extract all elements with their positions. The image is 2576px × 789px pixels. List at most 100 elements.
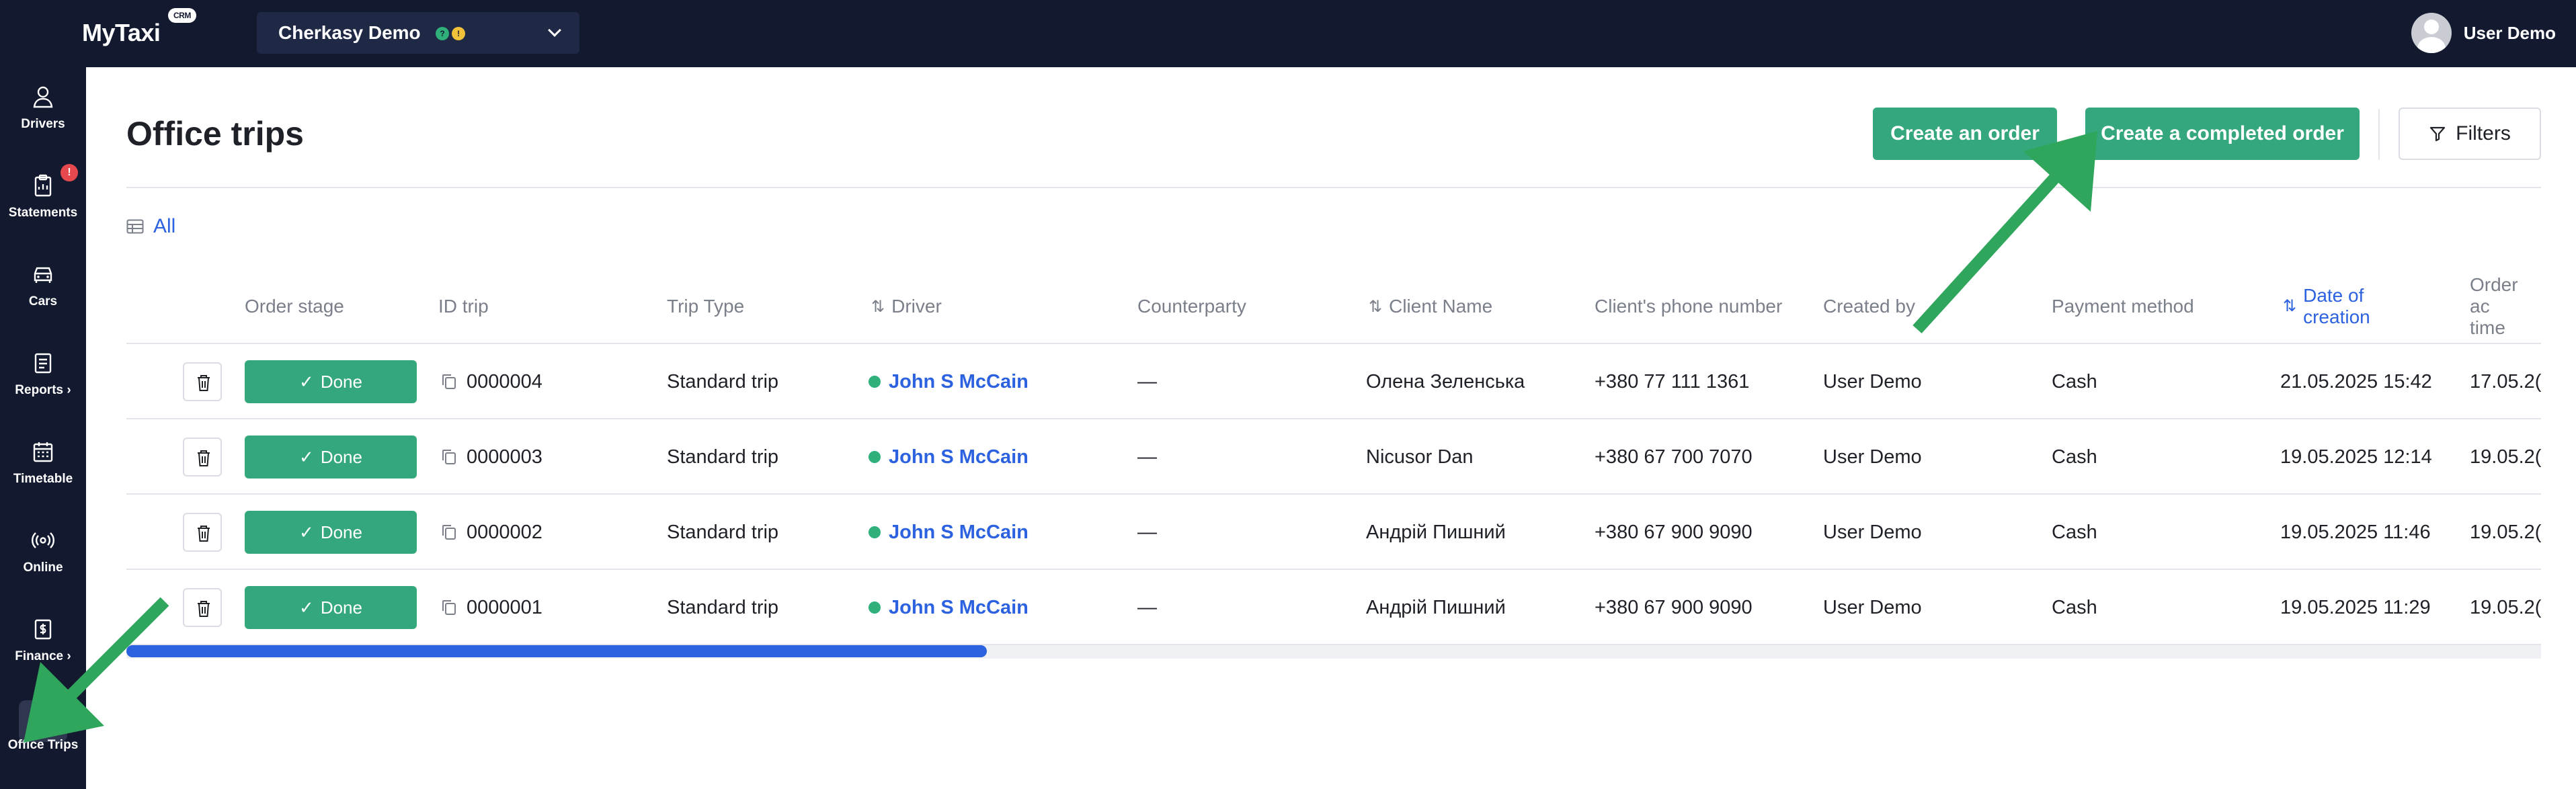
- counterparty-cell: —: [1137, 596, 1157, 618]
- driver-link[interactable]: John S McCain: [889, 446, 1029, 468]
- create-completed-order-button[interactable]: Create a completed order: [2085, 108, 2360, 160]
- client-name-cell: Андрій Пишний: [1366, 521, 1506, 543]
- column-header-driver[interactable]: ⇅ Driver: [871, 269, 942, 344]
- column-header-order-acceptance-time[interactable]: Order ac time: [2470, 269, 2541, 344]
- sidebar-item-drivers[interactable]: Drivers: [0, 67, 86, 148]
- sidebar-item-statements[interactable]: ! Statements: [0, 156, 86, 237]
- car-icon: [34, 267, 52, 283]
- column-header-date-of-creation[interactable]: ⇅ Date of creation: [2283, 269, 2370, 344]
- page-title: Office trips: [126, 115, 304, 153]
- column-header-trip-type[interactable]: Trip Type: [667, 269, 744, 344]
- divider: [2378, 109, 2380, 160]
- order-acceptance-cell: 17.05.2(: [2470, 370, 2542, 392]
- top-bar: MyTaxi CRM Cherkasy Demo ? ! User Demo: [0, 0, 2576, 67]
- column-header-client-phone[interactable]: Client's phone number: [1595, 269, 1782, 344]
- trip-type-cell: Standard trip: [667, 596, 779, 618]
- column-label: Driver: [891, 296, 942, 317]
- counterparty-cell: —: [1137, 370, 1157, 392]
- copy-icon[interactable]: [441, 373, 457, 390]
- trip-type-cell: Standard trip: [667, 446, 779, 468]
- sidebar-item-office-trips[interactable]: Office Trips: [0, 688, 86, 769]
- created-by-cell: User Demo: [1823, 370, 1922, 392]
- online-status-icon: [869, 451, 881, 463]
- column-header-client-name[interactable]: ⇅ Client Name: [1369, 269, 1492, 344]
- status-label: Done: [320, 522, 362, 542]
- table-row[interactable]: ✓ Done 0000004 Standard trip John S McCai…: [126, 344, 2541, 419]
- clipboard-icon: [34, 174, 52, 197]
- sidebar-item-label: Online: [23, 560, 63, 575]
- delete-button[interactable]: [183, 513, 222, 552]
- organization-name: Cherkasy Demo: [278, 22, 421, 43]
- client-phone-cell: +380 67 700 7070: [1595, 446, 1753, 468]
- counterparty-cell: —: [1137, 521, 1157, 543]
- copy-icon[interactable]: [441, 448, 457, 466]
- payment-method-cell: Cash: [2052, 446, 2097, 468]
- view-all-tab[interactable]: All: [126, 215, 175, 238]
- column-header-id-trip[interactable]: ID trip: [438, 269, 489, 344]
- check-icon: ✓: [299, 522, 314, 542]
- sidebar-item-label: Statements: [8, 206, 78, 220]
- column-label: Order ac time: [2470, 274, 2518, 338]
- column-header-counterparty[interactable]: Counterparty: [1137, 269, 1246, 344]
- order-acceptance-cell: 19.05.2(: [2470, 446, 2542, 468]
- chevron-right-icon: ›: [67, 383, 71, 397]
- sidebar-item-online[interactable]: Online: [0, 511, 86, 591]
- trip-id-cell[interactable]: 0000002: [441, 495, 542, 570]
- create-order-button[interactable]: Create an order: [1873, 108, 2057, 160]
- created-by-cell: User Demo: [1823, 521, 1922, 543]
- table-row[interactable]: ✓ Done 0000003 Standard trip John S McCai…: [126, 419, 2541, 495]
- organization-select[interactable]: Cherkasy Demo ? !: [257, 12, 579, 54]
- avatar: [2411, 13, 2452, 53]
- date-of-creation-cell: 19.05.2025 11:46: [2280, 521, 2431, 543]
- delete-button[interactable]: [183, 362, 222, 401]
- table-row[interactable]: ✓ Done 0000001 Standard trip John S McCai…: [126, 570, 2541, 645]
- crm-badge: CRM: [168, 8, 196, 23]
- driver-link[interactable]: John S McCain: [889, 597, 1029, 619]
- sidebar-item-timetable[interactable]: Timetable: [0, 422, 86, 503]
- trip-id: 0000004: [467, 370, 542, 392]
- table-row[interactable]: ✓ Done 0000002 Standard trip John S McCai…: [126, 495, 2541, 570]
- copy-icon[interactable]: [441, 599, 457, 616]
- scrollbar-thumb[interactable]: [126, 645, 987, 657]
- driver-cell[interactable]: John S McCain: [869, 570, 1029, 645]
- status-badge[interactable]: ✓ Done: [245, 360, 417, 403]
- online-status-icon: [869, 376, 881, 388]
- trip-id-cell[interactable]: 0000003: [441, 419, 542, 495]
- driver-cell[interactable]: John S McCain: [869, 344, 1029, 419]
- sidebar-item-cars[interactable]: Cars: [0, 245, 86, 325]
- column-header-payment-method[interactable]: Payment method: [2052, 269, 2194, 344]
- date-of-creation-cell: 19.05.2025 11:29: [2280, 596, 2431, 618]
- user-menu[interactable]: User Demo: [2411, 12, 2556, 54]
- status-badge[interactable]: ✓ Done: [245, 511, 417, 554]
- view-label: All: [153, 215, 176, 237]
- trip-id: 0000003: [467, 446, 542, 468]
- sidebar-item-finance[interactable]: Finance ›: [0, 599, 86, 680]
- driver-link[interactable]: John S McCain: [889, 522, 1029, 544]
- org-status-icon-help: ?: [436, 27, 449, 40]
- driver-cell[interactable]: John S McCain: [869, 495, 1029, 570]
- column-header-order-stage[interactable]: Order stage: [245, 269, 344, 344]
- status-badge[interactable]: ✓ Done: [245, 586, 417, 629]
- briefcase-icon: [34, 709, 52, 727]
- filters-label: Filters: [2456, 122, 2511, 144]
- column-label: Client Name: [1389, 296, 1493, 317]
- divider: [126, 187, 2541, 188]
- user-name: User Demo: [2463, 22, 2556, 43]
- status-label: Done: [320, 371, 362, 392]
- status-badge[interactable]: ✓ Done: [245, 435, 417, 479]
- person-icon: [33, 86, 53, 108]
- driver-link[interactable]: John S McCain: [889, 371, 1029, 393]
- copy-icon[interactable]: [441, 524, 457, 541]
- trip-id-cell[interactable]: 0000004: [441, 344, 542, 419]
- driver-cell[interactable]: John S McCain: [869, 419, 1029, 495]
- delete-button[interactable]: [183, 588, 222, 627]
- column-header-created-by[interactable]: Created by: [1823, 269, 1915, 344]
- status-label: Done: [320, 597, 362, 618]
- delete-button[interactable]: [183, 438, 222, 476]
- filters-button[interactable]: Filters: [2399, 108, 2541, 160]
- sidebar-item-reports[interactable]: Reports ›: [0, 333, 86, 414]
- trip-type-cell: Standard trip: [667, 521, 779, 543]
- app-logo[interactable]: MyTaxi CRM: [82, 8, 196, 47]
- trash-icon: [198, 450, 210, 466]
- trip-id-cell[interactable]: 0000001: [441, 570, 542, 645]
